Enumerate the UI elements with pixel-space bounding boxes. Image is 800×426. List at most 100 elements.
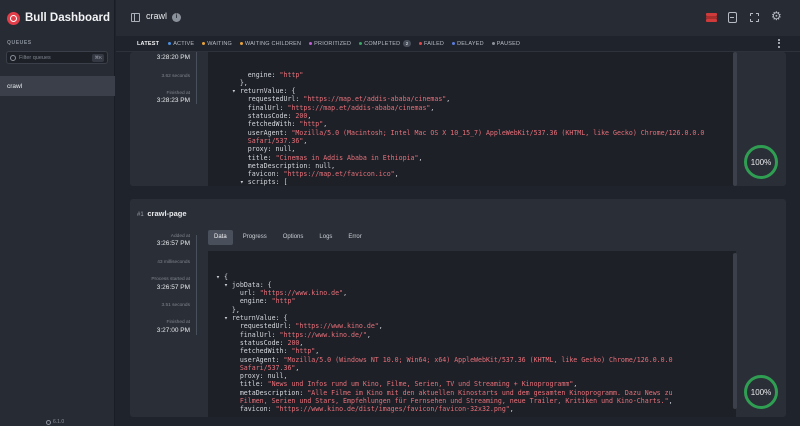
tab-label: ACTIVE	[173, 40, 195, 47]
job-data-json: engine: "http" }, ▾ returnValue: { reque…	[208, 52, 736, 186]
filter-shortcut-hint: ⌘K	[92, 53, 104, 62]
code-line: title: "Cinemas in Addis Ababa in Ethiop…	[247, 153, 423, 162]
job-name: crawl-page	[147, 209, 187, 218]
tab-label: COMPLETED	[364, 40, 401, 47]
code-line: statusCode: 200,	[247, 112, 312, 121]
delayed-dot-icon	[452, 42, 456, 45]
tab-active[interactable]: ACTIVE	[168, 41, 194, 47]
code-line: fetchedWith: "http",	[239, 347, 320, 356]
sidebar: Bull Dashboard QUEUES ⌘K crawl 6.1.0	[0, 0, 115, 426]
code-line: title: "News und Infos rund um Kino, Fil…	[239, 380, 578, 389]
code-line: url: "https://www.kino.de",	[239, 289, 348, 298]
code-line: Safari/537.36",	[247, 136, 308, 145]
tab-data[interactable]: Data	[208, 230, 233, 245]
code-line: engine: "http"	[239, 297, 296, 306]
github-icon	[46, 419, 51, 425]
tab-waiting[interactable]: WAITING	[202, 41, 232, 47]
brand[interactable]: Bull Dashboard	[7, 9, 110, 27]
tab-failed[interactable]: FAILED	[418, 40, 445, 47]
waiting-children-dot-icon	[240, 42, 243, 45]
tab-label: FAILED	[423, 40, 445, 47]
code-line: statusCode: 200,	[239, 338, 304, 347]
code-line: },	[231, 305, 240, 314]
job-data-json: ▾ { ▾ jobData: { url: "https://www.kino.…	[208, 251, 736, 417]
started-time: 3:26:57 PM	[156, 284, 190, 291]
tab-options[interactable]: Options	[277, 230, 310, 245]
tab-completed[interactable]: COMPLETED 2	[359, 40, 411, 47]
queue-title: crawl	[146, 11, 168, 21]
code-line: requestedUrl: "https://map.et/addis-abab…	[247, 95, 451, 104]
collapse-toggle-icon[interactable]: ▾	[224, 281, 232, 289]
code-line: },	[239, 78, 248, 87]
redis-icon[interactable]	[706, 12, 717, 23]
info-icon[interactable]: i	[172, 13, 181, 22]
more-options-icon[interactable]	[778, 39, 780, 49]
filter-queues-box[interactable]: ⌘K	[6, 51, 108, 64]
code-scrollbar[interactable]	[733, 52, 737, 186]
docs-icon[interactable]	[728, 12, 737, 23]
progress-ring: 100%	[744, 145, 778, 179]
progress-ring: 100%	[744, 375, 778, 409]
added-time: 3:26:57 PM	[156, 240, 190, 247]
collapse-toggle-icon[interactable]: ▾	[216, 273, 224, 281]
code-line: userAgent: "Mozilla/5.0 (Macintosh; Inte…	[247, 128, 705, 137]
tab-logs[interactable]: Logs	[313, 230, 338, 245]
sidebar-item-crawl[interactable]: crawl	[0, 76, 115, 96]
wait-duration: 43 milliseconds	[157, 260, 190, 265]
completed-count-badge: 2	[403, 40, 411, 47]
job-card: 3:28:20 PM 3.62 seconds Finished at 3:28…	[130, 52, 786, 186]
code-line: ▾ {	[216, 272, 228, 281]
tab-label: WAITING	[207, 40, 232, 47]
app-title: Bull Dashboard	[25, 12, 110, 24]
fullscreen-icon[interactable]	[750, 13, 759, 22]
tab-latest[interactable]: LATEST	[137, 41, 159, 47]
code-line: Safari/537.36",	[239, 363, 300, 372]
job-header: #1 crawl-page	[137, 209, 187, 218]
settings-gear-icon[interactable]: ⚙	[771, 10, 782, 22]
filter-queues-input[interactable]	[19, 54, 93, 61]
tab-error[interactable]: Error	[342, 230, 367, 245]
code-line: metaDescription: "Alle Filme im Kino mit…	[239, 388, 673, 397]
prioritized-dot-icon	[309, 42, 313, 45]
code-line: ▾ scripts: [	[239, 178, 288, 186]
tab-label: PAUSED	[496, 40, 521, 47]
progress-value: 100%	[750, 387, 772, 397]
code-line: ▾ returnValue: {	[223, 314, 288, 323]
code-line: finalUrl: "https://www.kino.de/",	[239, 330, 371, 339]
tab-waiting-children[interactable]: WAITING CHILDREN	[240, 41, 301, 47]
timeline-time: 3:28:20 PM	[156, 54, 190, 61]
code-line: metaDescription: null,	[247, 161, 336, 170]
tab-paused[interactable]: PAUSED	[491, 40, 521, 47]
code-line: favicon: "https://map.et/favicon.ico",	[247, 170, 399, 179]
tab-delayed[interactable]: DELAYED	[452, 41, 484, 47]
tab-prioritized[interactable]: PRIORITIZED	[309, 41, 351, 47]
status-tabs: LATEST ACTIVE WAITING WAITING CHILDREN P…	[116, 36, 800, 52]
finished-time: 3:27:00 PM	[156, 327, 190, 334]
failed-dot-icon	[418, 42, 422, 45]
collapse-toggle-icon[interactable]: ▾	[224, 314, 232, 322]
tab-progress[interactable]: Progress	[237, 230, 273, 245]
version-label: 6.1.0	[53, 419, 65, 425]
paused-dot-icon	[491, 42, 495, 45]
timeline-line	[196, 235, 197, 335]
sidebar-toggle-icon[interactable]	[131, 13, 140, 22]
collapse-toggle-icon[interactable]: ▾	[232, 87, 240, 95]
code-scrollbar[interactable]	[733, 253, 737, 409]
process-duration: 3.51 seconds	[161, 303, 190, 308]
code-line: finalUrl: "https://map.et/addis-ababa/ci…	[247, 103, 435, 112]
finished-label: Finished at	[166, 91, 190, 96]
search-icon	[10, 54, 16, 61]
finished-time: 3:28:23 PM	[156, 97, 190, 104]
added-label: Added at	[170, 234, 190, 239]
code-line: fetchedWith: "http",	[247, 120, 328, 129]
code-line: proxy: null,	[247, 145, 296, 154]
bull-logo-icon	[7, 11, 20, 25]
progress-value: 100%	[750, 157, 772, 167]
tab-label: WAITING CHILDREN	[245, 40, 302, 47]
collapse-toggle-icon[interactable]: ▾	[240, 178, 248, 186]
code-line: proxy: null,	[239, 372, 288, 381]
code-line: ▾ returnValue: {	[231, 87, 296, 96]
code-line: engine: "http"	[247, 70, 304, 79]
version-link[interactable]: 6.1.0	[46, 419, 64, 425]
code-line: favicon: "https://www.kino.de/dist/image…	[239, 405, 514, 414]
